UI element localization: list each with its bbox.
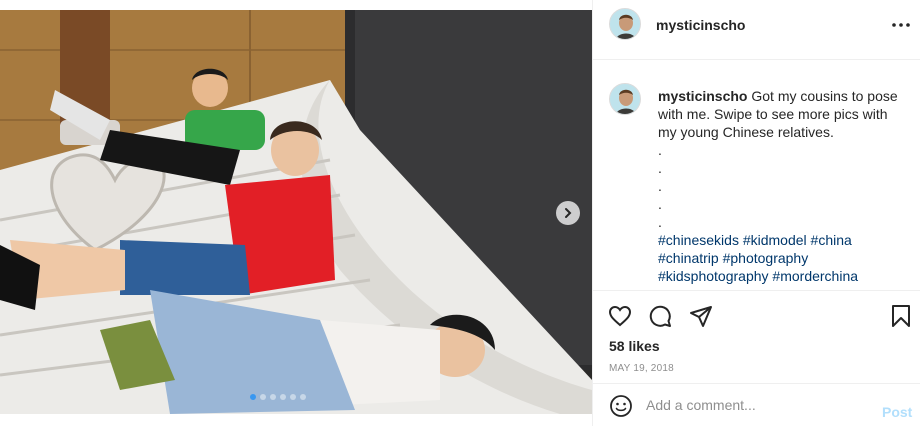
- hashtag-link[interactable]: #morderchina: [772, 268, 858, 284]
- carousel-indicator: [250, 394, 306, 400]
- hashtag-link[interactable]: #chinesekids: [658, 232, 739, 248]
- comment-input[interactable]: [646, 393, 866, 417]
- comment-button[interactable]: [647, 303, 673, 329]
- post-photo[interactable]: [0, 10, 592, 414]
- avatar-image: [610, 9, 640, 39]
- carousel-dot: [290, 394, 296, 400]
- comment-bar: Post: [593, 383, 920, 426]
- caption-avatar[interactable]: [609, 83, 641, 115]
- like-count[interactable]: 58 likes: [609, 338, 660, 354]
- caption-dot: .: [658, 160, 662, 176]
- caption-dots: .....: [658, 141, 908, 231]
- next-slide-button[interactable]: [556, 201, 580, 225]
- caption-dot: .: [658, 214, 662, 230]
- hashtag-link[interactable]: #photography: [723, 250, 809, 266]
- photo-illustration: [0, 10, 592, 414]
- post-header: mysticinscho: [593, 0, 920, 60]
- caption-dot: .: [658, 142, 662, 158]
- carousel-dot: [280, 394, 286, 400]
- caption-dot: .: [658, 178, 662, 194]
- instagram-post: mysticinscho mysticinscho Got my cousins…: [0, 0, 920, 426]
- post-actions: 58 likes MAY 19, 2018: [593, 290, 920, 382]
- share-button[interactable]: [688, 303, 714, 329]
- avatar-image: [610, 84, 640, 114]
- caption-dot: .: [658, 196, 662, 212]
- carousel-dot: [250, 394, 256, 400]
- post-side-panel: mysticinscho mysticinscho Got my cousins…: [592, 0, 920, 426]
- share-icon: [690, 306, 712, 327]
- post-caption: mysticinscho Got my cousins to pose with…: [658, 87, 908, 285]
- hashtag-link[interactable]: #china: [811, 232, 852, 248]
- emoji-icon[interactable]: [609, 394, 633, 418]
- carousel-dot: [270, 394, 276, 400]
- comment-icon: [649, 305, 671, 327]
- like-button[interactable]: [607, 303, 633, 329]
- header-username[interactable]: mysticinscho: [656, 17, 745, 33]
- hashtag-link[interactable]: #chinatrip: [658, 250, 719, 266]
- chevron-right-icon: [565, 208, 572, 218]
- post-media: [0, 0, 592, 426]
- post-comment-button[interactable]: Post: [882, 404, 912, 420]
- avatar[interactable]: [609, 8, 641, 40]
- bookmark-icon: [892, 305, 910, 327]
- more-icon[interactable]: [891, 15, 911, 35]
- post-date[interactable]: MAY 19, 2018: [609, 363, 674, 374]
- save-button[interactable]: [888, 303, 914, 329]
- carousel-dot: [300, 394, 306, 400]
- caption-username[interactable]: mysticinscho: [658, 88, 747, 104]
- heart-icon: [608, 305, 632, 327]
- hashtag-link[interactable]: #kidsphotography: [658, 268, 769, 284]
- hashtag-link[interactable]: #kidmodel: [743, 232, 807, 248]
- hashtags: #chinesekids #kidmodel #china #chinatrip…: [658, 231, 908, 285]
- caption-area: mysticinscho Got my cousins to pose with…: [593, 60, 920, 290]
- carousel-dot: [260, 394, 266, 400]
